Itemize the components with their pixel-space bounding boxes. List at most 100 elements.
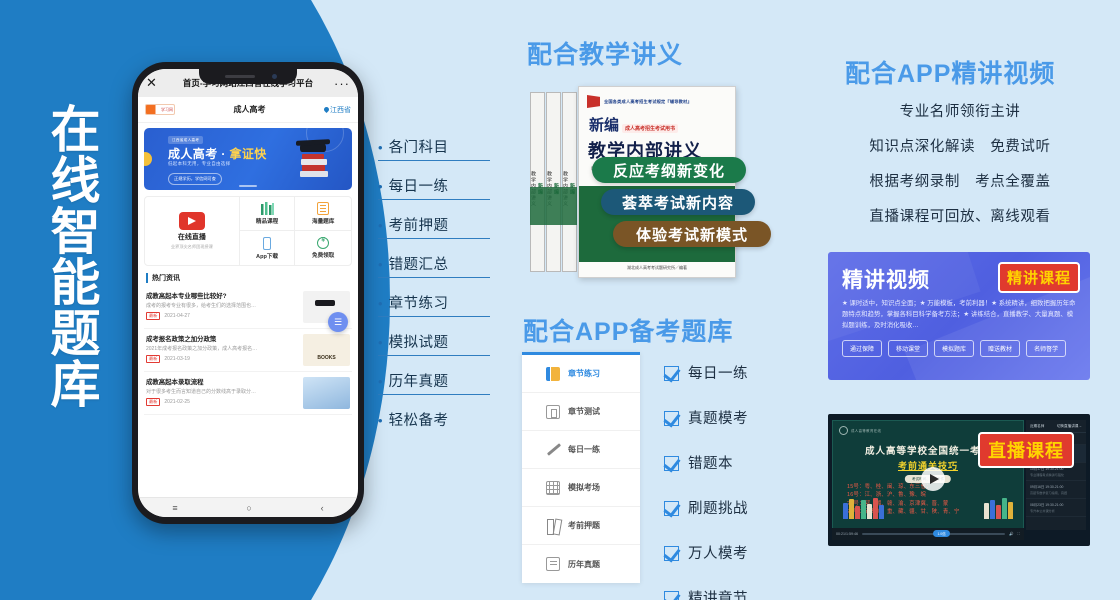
menu-icon[interactable]: ☰ — [328, 312, 348, 332]
graduation-cap-icon — [300, 144, 326, 152]
check-item: 精讲章节 — [664, 587, 748, 600]
bullet-dot: • — [378, 296, 383, 311]
more-icon[interactable]: ··· — [334, 76, 350, 91]
grid-label: 免费领取 — [311, 253, 335, 259]
title-char-2: 能 — [50, 255, 102, 311]
video-line: 知识点深化解读 免费试听 — [869, 139, 1051, 155]
bullet-dot: • — [378, 335, 383, 350]
menu-item-past-papers[interactable]: 历年真题 — [522, 545, 640, 583]
book-spine: 新编教学内部讲义 — [562, 92, 577, 272]
menu-label: 模拟考场 — [568, 483, 600, 492]
feature-pill-1: 反应考纲新变化 — [592, 157, 746, 183]
news-title: 成考报名政策之加分政策 — [146, 336, 217, 343]
site-logo: 学习网 — [145, 104, 175, 115]
bullet-label: 各门科目 — [388, 140, 449, 156]
tag-chip[interactable]: 赠送教材 — [980, 340, 1021, 357]
books-icon — [260, 202, 274, 215]
close-icon[interactable]: ✕ — [146, 75, 162, 91]
page-title: 在线 智 能 题 库 — [40, 105, 112, 411]
check-icon — [664, 365, 679, 381]
news-badge: 最新 — [146, 398, 161, 406]
video-line: 直播课程可回放、离线观看 — [869, 209, 1051, 225]
course-promo-card[interactable]: 精讲视频 精讲课程 ★ 课时适中，知识点全面；★ 万能模板，考前利器！★ 系统精… — [828, 252, 1090, 380]
news-item[interactable]: 成教高起本录取流程 对于很多考生而言知道自己的分数线高于录取分… 最新 2021… — [144, 372, 352, 415]
check-item: 万人模考 — [664, 542, 748, 563]
phone-mockup: ✕ 首页-学习网站江西省在线学习平台 ··· 学习网 成人高考 江西省 江西省成… — [132, 62, 364, 524]
check-item: 错题本 — [664, 452, 748, 473]
feature-grid: 在线直播 业界顶尖名师团现授课 精品课程 海量题库 App下载 ¥ 免费领取 — [144, 196, 352, 266]
news-item[interactable]: 成考报名政策之加分政策 2021年成考报名政策之加分政策，成人高考报名… 最新 … — [144, 329, 352, 372]
progress-bar[interactable]: 1.0倍 — [861, 530, 1005, 537]
location-label: 江西省 — [330, 106, 351, 114]
chapter-test-icon — [546, 404, 560, 419]
tag-chip[interactable]: 模拟题库 — [934, 340, 975, 357]
news-date: 2021-03-19 — [164, 356, 190, 362]
video-line: 根据考纲录制 考点全覆盖 — [869, 174, 1051, 190]
tag-chip[interactable]: 通过保障 — [842, 340, 883, 357]
video-line: 专业名师领衔主讲 — [899, 104, 1021, 120]
sidebar-row-title: 09月16日 19:30-21:00 — [1030, 485, 1064, 489]
home-icon[interactable]: ○ — [246, 503, 251, 513]
menu-item-daily-practice[interactable]: 每日一练 — [522, 431, 640, 469]
bullet-dot: • — [378, 140, 383, 155]
book-spine: 新编教学内部讲义 — [530, 92, 545, 272]
play-icon — [178, 212, 205, 230]
menu-item-pre-exam[interactable]: 考前押题 — [522, 507, 640, 545]
grid-item-live[interactable]: 在线直播 业界顶尖名师团现授课 — [145, 197, 240, 265]
news-section-header: 热门资讯 — [146, 273, 350, 283]
promo-card-title: 精讲视频 — [842, 269, 930, 292]
news-title: 成教高起本录取流程 — [146, 379, 204, 386]
play-icon[interactable] — [921, 467, 945, 491]
video-controls[interactable]: 00:21/1:59:46 1.0倍 🔊 ⛶ — [832, 528, 1024, 540]
news-desc: 成考的报考专业有很多，给考生们的选择范围也… — [146, 303, 257, 309]
book-spine: 新编教学内部讲义 — [546, 92, 561, 272]
fullscreen-icon[interactable]: ⛶ — [1017, 532, 1020, 536]
pencil-icon — [546, 443, 560, 457]
bullet-dot: • — [378, 374, 383, 389]
check-icon — [664, 590, 679, 600]
sidebar-row[interactable]: 09月16日 19:30-21:00 高起专数学复习指南、真题 — [1026, 481, 1086, 499]
check-icon — [664, 545, 679, 561]
grid-item-app-download[interactable]: App下载 — [240, 231, 296, 265]
check-label: 错题本 — [688, 456, 733, 472]
site-category[interactable]: 成人高考 — [175, 104, 324, 115]
news-title: 成教高起本专业哪些比较好? — [146, 293, 227, 300]
hero-banner[interactable]: 江西省成人高考 成人高考 · 拿证快 低起本科无用，专业自由选择 正规学历，学信… — [144, 128, 352, 190]
menu-label: 考前押题 — [568, 521, 600, 530]
menu-item-chapter-practice[interactable]: 章节练习 — [522, 355, 640, 393]
news-desc: 对于很多考生而言知道自己的分数线高于录取分… — [146, 389, 257, 395]
location-selector[interactable]: 江西省 — [322, 105, 351, 115]
logo-icon — [839, 426, 848, 435]
back-icon[interactable]: ‹ — [321, 503, 324, 513]
sidebar-row[interactable]: 08月23日 19:30-21:00 专升本公共课分析 — [1026, 499, 1086, 517]
bullet-item: • 章节练习 — [378, 292, 490, 317]
news-desc: 2021年成考报名政策之加分政策，成人高考报名… — [146, 346, 258, 352]
phone-icon — [263, 236, 272, 250]
grid-icon — [546, 480, 560, 495]
live-subtitle: 业界顶尖名师团现授课 — [170, 244, 213, 249]
app-menu-card: 章节练习 章节测试 每日一练 模拟考场 考前押题 历年真题 — [522, 352, 640, 583]
video-logo-text: 成人高等教育在线 — [851, 429, 882, 433]
check-item: 每日一练 — [664, 362, 748, 383]
banner-button[interactable]: 正规学历，学信网可查 — [168, 173, 222, 185]
tag-chip[interactable]: 名师督学 — [1026, 340, 1067, 357]
banner-headline: 成人高考 · 拿证快 — [168, 147, 267, 161]
menu-item-chapter-test[interactable]: 章节测试 — [522, 393, 640, 431]
speaker-icon[interactable]: 🔊 — [1009, 532, 1013, 536]
free-gift-icon — [317, 237, 330, 249]
live-course-card[interactable]: 成人高等教育在线 成人高等学校全国统一考试 考前通关技巧 考试时间、报名条件 1… — [828, 414, 1090, 546]
bullet-dot: • — [378, 257, 383, 272]
pin-icon — [322, 105, 331, 114]
sidebar-row-sub: 专升本公共课分析 — [1030, 509, 1055, 513]
grid-item-question-bank[interactable]: 海量题库 — [295, 197, 351, 231]
news-item[interactable]: 成教高起本专业哪些比较好? 成考的报考专业有很多，给考生们的选择范围也… 最新 … — [144, 286, 352, 329]
recents-icon[interactable]: ≡ — [172, 503, 177, 513]
grid-item-courses[interactable]: 精品课程 — [239, 197, 296, 231]
grid-item-free-gift[interactable]: 免费领取 — [295, 231, 351, 265]
menu-item-mock-exam[interactable]: 模拟考场 — [522, 469, 640, 507]
bullet-label: 错题汇总 — [388, 257, 449, 273]
tag-chip[interactable]: 移动课堂 — [888, 340, 929, 357]
bullet-item: • 模拟试题 — [378, 331, 490, 356]
books-section-title: 配合教学讲义 — [527, 41, 684, 69]
android-navbar: ≡ ○ ‹ — [138, 497, 358, 517]
